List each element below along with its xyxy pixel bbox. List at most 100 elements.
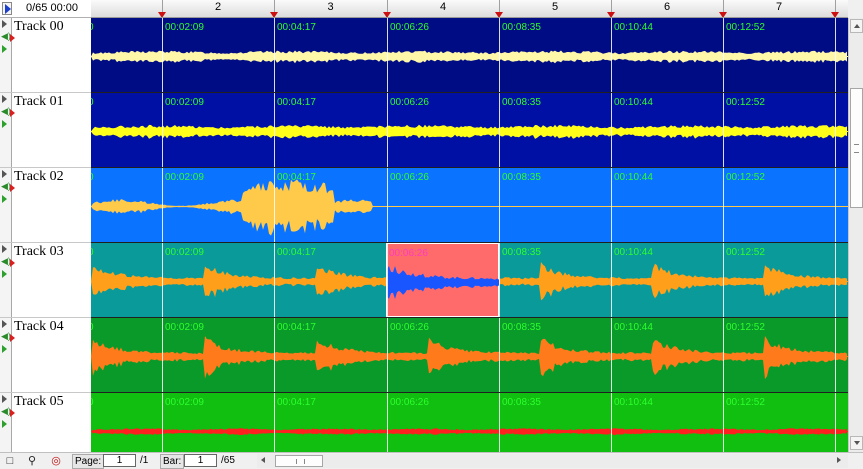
time-label: 00:04:17 <box>277 247 316 258</box>
time-label: 00:10:44 <box>614 322 653 333</box>
horizontal-scrollbar[interactable] <box>257 454 848 468</box>
arm-icon[interactable] <box>2 270 7 278</box>
play-icon[interactable] <box>2 170 7 178</box>
bar-gridline <box>387 18 388 92</box>
time-label: 00:02:09 <box>165 22 204 33</box>
bar-number: 7 <box>775 1 783 13</box>
arrow-up-icon <box>854 24 860 28</box>
track-name: Track 01 <box>14 94 64 109</box>
record-icon[interactable] <box>10 109 15 117</box>
bar-gridline <box>499 393 500 452</box>
arm-icon[interactable] <box>2 120 7 128</box>
bar-gridline <box>611 168 612 242</box>
scroll-up-button[interactable] <box>850 19 863 33</box>
bar-gridline <box>274 243 275 317</box>
record-target-icon[interactable]: ◎ <box>48 454 64 468</box>
bar-gridline <box>387 243 388 317</box>
track-lane[interactable]: 0 00:02:09 00:04:17 00:06:26 00:08:35 00:10:4… <box>91 18 848 93</box>
track-header[interactable]: ◀) Track 00 <box>0 18 91 93</box>
bar-input[interactable] <box>184 454 217 467</box>
bar-gridline <box>611 318 612 392</box>
bar-number: 6 <box>663 1 671 13</box>
bar-gridline <box>499 168 500 242</box>
time-label: 00:06:26 <box>390 97 429 108</box>
bar-label: Bar: <box>160 454 185 469</box>
vertical-scrollbar[interactable] <box>848 18 863 452</box>
track-lane[interactable]: 0 00:02:09 00:04:17 00:06:26 00:08:35 00:10:4… <box>91 168 848 243</box>
record-icon[interactable] <box>10 34 15 42</box>
play-icon[interactable] <box>2 320 7 328</box>
new-page-icon[interactable]: □ <box>2 454 18 468</box>
play-icon[interactable] <box>2 395 7 403</box>
bar-gridline <box>387 168 388 242</box>
time-label: 00:12:52 <box>726 22 765 33</box>
time-label: 00:12:52 <box>726 247 765 258</box>
bar-gridline <box>835 93 836 167</box>
track-lanes[interactable]: 0 00:02:09 00:04:17 00:06:26 00:08:35 00:10:4… <box>91 18 848 452</box>
track-name: Track 00 <box>14 19 64 34</box>
selected-clip[interactable]: 00:06:26 <box>386 243 499 317</box>
time-label: 00:12:52 <box>726 322 765 333</box>
time-label: 00:08:35 <box>502 247 541 258</box>
time-label: 00:12:52 <box>726 397 765 408</box>
record-icon[interactable] <box>10 334 15 342</box>
time-label: 00:08:35 <box>502 172 541 183</box>
track-lane[interactable]: 00:06:26 0 00:02:09 00:04:17 00:08:35 00:10:4… <box>91 243 848 318</box>
zoom-icon[interactable]: ⚲ <box>24 454 40 468</box>
bar-ruler[interactable]: 2 3 4 5 6 7 <box>91 0 848 18</box>
bar-gridline <box>723 393 724 452</box>
bar-gridline <box>162 168 163 242</box>
time-label: 00:06:26 <box>390 397 429 408</box>
bar-gridline <box>723 93 724 167</box>
track-name: Track 04 <box>14 319 64 334</box>
time-label: 00:12:52 <box>726 97 765 108</box>
record-icon[interactable] <box>10 184 15 192</box>
play-icon[interactable] <box>2 245 7 253</box>
record-icon[interactable] <box>10 409 15 417</box>
scroll-down-button[interactable] <box>850 436 863 450</box>
status-bar: □ ⚲ ◎ Page: /1 Bar: /65 <box>0 452 863 469</box>
track-headers: ◀) Track 00 ◀) Track 01 ◀) Track 02 ◀) Track 03… <box>0 18 91 452</box>
arrow-down-icon <box>854 441 860 445</box>
play-icon[interactable] <box>2 95 7 103</box>
arrow-left-icon[interactable] <box>261 457 265 463</box>
record-icon[interactable] <box>10 259 15 267</box>
time-label: 0 <box>91 247 94 258</box>
track-controls: ◀) <box>0 18 12 92</box>
bar-gridline <box>274 93 275 167</box>
time-label: 00:08:35 <box>502 322 541 333</box>
track-controls: ◀) <box>0 93 12 167</box>
play-icon[interactable] <box>2 20 7 28</box>
track-header[interactable]: ◀) Track 04 <box>0 318 91 393</box>
track-lane[interactable]: 0 00:02:09 00:04:17 00:06:26 00:08:35 00:10:4… <box>91 93 848 168</box>
bar-gridline <box>499 18 500 92</box>
time-label: 00:08:35 <box>502 22 541 33</box>
track-controls: ◀) <box>0 168 12 242</box>
track-header[interactable]: ◀) Track 02 <box>0 168 91 243</box>
horizontal-scroll-thumb[interactable] <box>275 455 323 467</box>
track-name: Track 03 <box>14 244 64 259</box>
time-label: 00:02:09 <box>165 172 204 183</box>
arm-icon[interactable] <box>2 345 7 353</box>
bar-gridline <box>274 393 275 452</box>
sequencer-window: 0/65 00:00 234567 ◀) Track 00 ◀) Track 01 ◀)… <box>0 0 863 469</box>
arm-icon[interactable] <box>2 45 7 53</box>
arm-icon[interactable] <box>2 420 7 428</box>
track-lane[interactable]: 0 00:02:09 00:04:17 00:06:26 00:08:35 00:10:4… <box>91 318 848 393</box>
arm-icon[interactable] <box>2 195 7 203</box>
bar-gridline <box>162 93 163 167</box>
time-label: 00:06:26 <box>389 248 428 259</box>
bar-total: /65 <box>221 455 235 466</box>
play-icon[interactable] <box>2 2 12 15</box>
track-header[interactable]: ◀) Track 05 <box>0 393 91 452</box>
page-input[interactable] <box>103 454 136 467</box>
bar-gridline <box>499 318 500 392</box>
track-lane[interactable]: 0 00:02:09 00:04:17 00:06:26 00:08:35 00:10:4… <box>91 393 848 452</box>
time-label: 00:12:52 <box>726 172 765 183</box>
vertical-scroll-thumb[interactable] <box>850 88 863 208</box>
time-label: 00:10:44 <box>614 172 653 183</box>
track-header[interactable]: ◀) Track 03 <box>0 243 91 318</box>
arrow-right-icon[interactable] <box>837 457 841 463</box>
time-label: 00:10:44 <box>614 22 653 33</box>
track-header[interactable]: ◀) Track 01 <box>0 93 91 168</box>
